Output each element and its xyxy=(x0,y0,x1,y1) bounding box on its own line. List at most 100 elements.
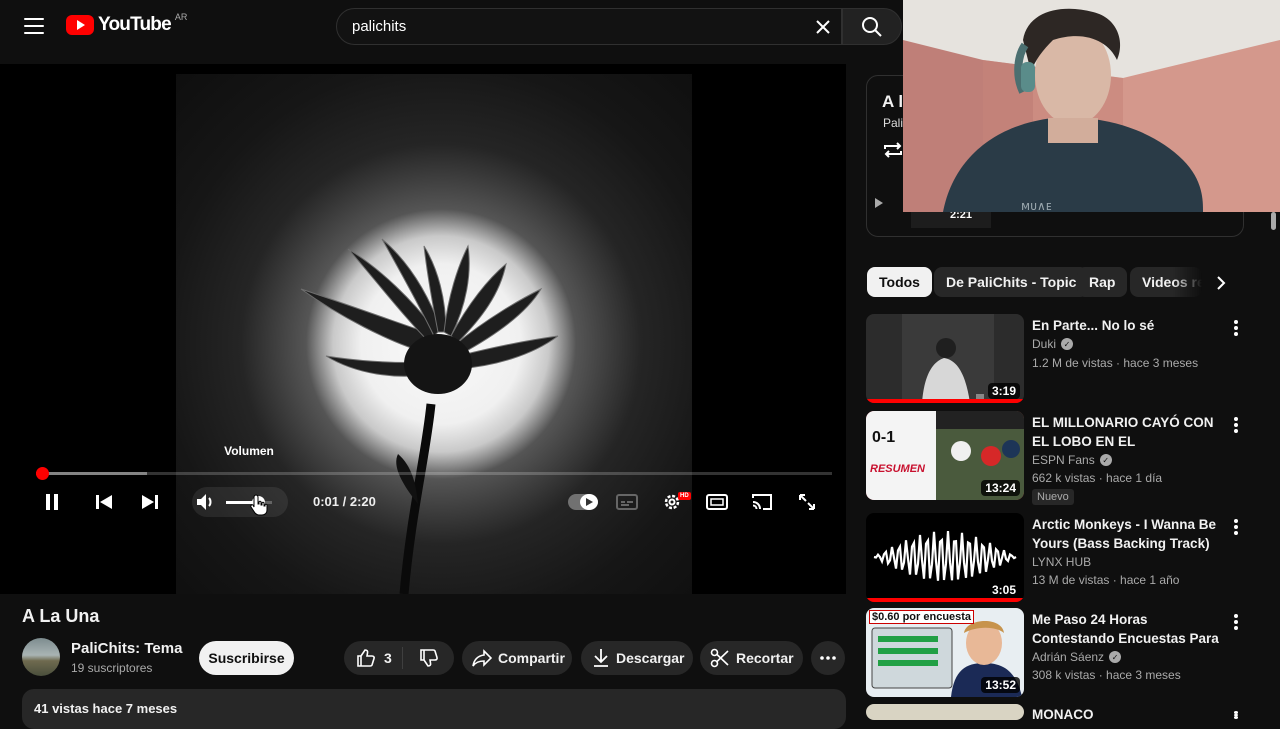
subscribe-button[interactable]: Suscribirse xyxy=(199,641,294,675)
scrollbar-thumb[interactable] xyxy=(1271,212,1276,230)
download-button[interactable]: Descargar xyxy=(581,641,693,675)
webcam-feed: ᴍᴜ∧ᴇ xyxy=(903,0,1280,212)
subtitles-icon xyxy=(616,494,638,510)
more-options-button[interactable] xyxy=(1228,517,1244,537)
clear-search-button[interactable] xyxy=(810,14,836,40)
thumbnail-score: 0-1 xyxy=(872,429,896,446)
video-title[interactable]: En Parte... No lo sé xyxy=(1032,316,1228,335)
chip-all[interactable]: Todos xyxy=(867,267,932,297)
more-options-button[interactable] xyxy=(1228,318,1244,338)
video-meta: 308 k vistas · hace 3 meses xyxy=(1032,668,1181,682)
like-count: 3 xyxy=(384,650,392,666)
video-duration: 13:52 xyxy=(981,677,1020,693)
video-thumbnail[interactable]: $0.60 por encuesta 13:52 xyxy=(866,608,1024,697)
verified-icon: ✓ xyxy=(1061,338,1074,350)
channel-name[interactable]: LYNX HUB xyxy=(1032,555,1091,569)
cast-icon xyxy=(752,494,772,510)
video-thumbnail[interactable]: 3:19 xyxy=(866,314,1024,403)
playlist-title[interactable]: A l xyxy=(882,92,903,112)
channel-name[interactable]: PaliChits: Tema xyxy=(71,640,182,657)
channel-name[interactable]: ESPN Fans xyxy=(1032,453,1095,467)
verified-icon: ✓ xyxy=(1099,454,1112,466)
more-actions-button[interactable] xyxy=(811,641,845,675)
progress-bar[interactable] xyxy=(36,472,832,475)
channel-avatar[interactable] xyxy=(22,638,60,676)
video-duration: 3:05 xyxy=(987,582,1020,598)
pause-button[interactable] xyxy=(40,490,64,514)
region-code: AR xyxy=(174,12,188,22)
video-thumbnail[interactable] xyxy=(866,704,1024,720)
like-button[interactable]: 3 xyxy=(344,641,402,675)
expand-icon xyxy=(799,494,815,510)
video-title[interactable]: MONACO xyxy=(1032,705,1228,724)
video-thumbnail[interactable]: 3:05 xyxy=(866,513,1024,602)
video-meta: 1.2 M de vistas · hace 3 meses xyxy=(1032,356,1199,370)
subtitles-button[interactable] xyxy=(615,490,639,514)
mute-button[interactable] xyxy=(194,490,218,514)
like-dislike-group: 3 xyxy=(344,641,454,675)
recommendation-item[interactable]: MONACO xyxy=(866,704,1280,722)
channel-name[interactable]: Duki xyxy=(1032,337,1056,351)
chip-palichits-topic[interactable]: De PaliChits - Topic xyxy=(934,267,1089,297)
more-options-button[interactable] xyxy=(1228,612,1244,632)
loop-icon[interactable] xyxy=(882,140,904,165)
clip-button[interactable]: Recortar xyxy=(700,641,803,675)
recommendation-item[interactable]: $0.60 por encuesta 13:52 Me Paso 24 Hora… xyxy=(866,608,1280,700)
theater-mode-button[interactable] xyxy=(705,490,729,514)
skip-previous-icon xyxy=(96,495,112,509)
video-meta: 662 k vistas · hace 1 día xyxy=(1032,471,1163,485)
search-icon xyxy=(862,16,882,37)
more-options-button[interactable] xyxy=(1228,415,1244,435)
hd-badge: HD xyxy=(678,492,691,500)
video-duration: 13:24 xyxy=(981,480,1020,496)
volume-icon xyxy=(197,494,212,510)
download-icon xyxy=(594,649,608,667)
video-player[interactable] xyxy=(0,64,846,594)
youtube-logo[interactable]: YouTube AR xyxy=(66,12,188,36)
watched-progress xyxy=(866,598,1024,602)
fullscreen-button[interactable] xyxy=(795,490,819,514)
chip-related-videos[interactable]: Videos re xyxy=(1130,267,1202,297)
video-title[interactable]: EL MILLONARIO CAYÓ CON EL LOBO EN EL MON… xyxy=(1032,413,1228,451)
recommendation-item[interactable]: 3:19 En Parte... No lo sé Duki ✓ 1.2 M de… xyxy=(866,314,1280,406)
new-badge: Nuevo xyxy=(1032,489,1074,505)
close-icon xyxy=(816,20,830,34)
share-icon xyxy=(472,649,492,667)
previous-button[interactable] xyxy=(92,490,116,514)
channel-row: LYNX HUB xyxy=(1032,555,1091,569)
logo-text: YouTube xyxy=(98,14,172,35)
watched-progress xyxy=(866,399,1024,403)
search-box xyxy=(336,8,842,45)
share-button[interactable]: Compartir xyxy=(462,641,572,675)
thumbnail-caption: RESUMEN xyxy=(870,463,926,475)
recommendation-item[interactable]: 3:05 Arctic Monkeys - I Wanna Be Yours (… xyxy=(866,513,1280,605)
subscriber-count: 19 suscriptores xyxy=(71,661,153,675)
clip-label: Recortar xyxy=(736,650,794,666)
channel-name[interactable]: Adrián Sáenz xyxy=(1032,650,1104,664)
chip-rap[interactable]: Rap xyxy=(1077,267,1128,297)
more-options-button[interactable] xyxy=(1228,709,1244,721)
chips-next-button[interactable] xyxy=(1208,270,1234,296)
cast-button[interactable] xyxy=(750,490,774,514)
video-title[interactable]: Arctic Monkeys - I Wanna Be Yours (Bass … xyxy=(1032,515,1228,553)
next-button[interactable] xyxy=(138,490,162,514)
channel-row: ESPN Fans ✓ xyxy=(1032,453,1112,467)
progress-buffered xyxy=(36,472,148,475)
menu-button[interactable] xyxy=(20,14,48,38)
skip-next-icon xyxy=(142,495,158,509)
video-title[interactable]: Me Paso 24 Horas Contestando Encuestas P… xyxy=(1032,610,1228,648)
search-button[interactable] xyxy=(842,8,902,45)
progress-scrubber[interactable] xyxy=(36,467,50,480)
thumbnail-caption: $0.60 por encuesta xyxy=(869,610,975,624)
channel-row: Duki ✓ xyxy=(1032,337,1074,351)
thumbs-down-icon xyxy=(419,649,438,667)
view-count-date: 41 vistas hace 7 meses xyxy=(34,701,178,716)
video-duration: 3:19 xyxy=(987,383,1020,399)
video-thumbnail[interactable]: 0-1 RESUMEN 13:24 xyxy=(866,411,1024,500)
theater-icon xyxy=(706,494,728,510)
recommendation-item[interactable]: 0-1 RESUMEN 13:24 EL MILLONARIO CAYÓ CON… xyxy=(866,411,1280,505)
search-input[interactable] xyxy=(352,18,792,35)
channel-row: Adrián Sáenz ✓ xyxy=(1032,650,1122,664)
dislike-button[interactable] xyxy=(403,641,454,675)
youtube-play-icon xyxy=(66,15,94,35)
